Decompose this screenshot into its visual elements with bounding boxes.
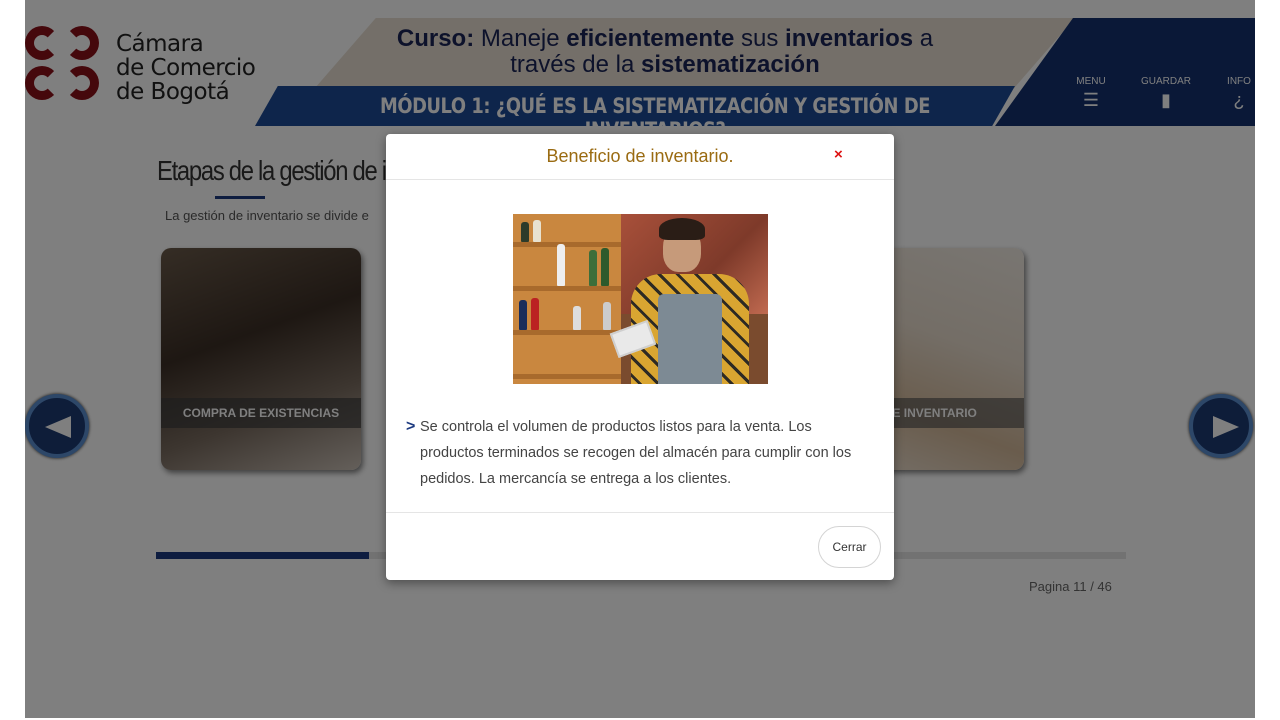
course-slide: Cámara de Comercio de Bogotá Curso: Mane… <box>25 0 1255 718</box>
benefit-modal: Beneficio de inventario. × > Se controla… <box>386 134 894 580</box>
modal-divider <box>386 512 894 513</box>
close-button[interactable]: Cerrar <box>818 526 881 568</box>
bullet-arrow-icon: > <box>406 418 416 435</box>
modal-body: > Se controla el volumen de productos li… <box>406 414 876 492</box>
modal-header: Beneficio de inventario. × <box>386 134 894 180</box>
modal-text: Se controla el volumen de productos list… <box>420 419 852 487</box>
close-icon[interactable]: × <box>834 146 843 163</box>
modal-title: Beneficio de inventario. <box>546 146 734 166</box>
barista-photo <box>513 214 768 384</box>
